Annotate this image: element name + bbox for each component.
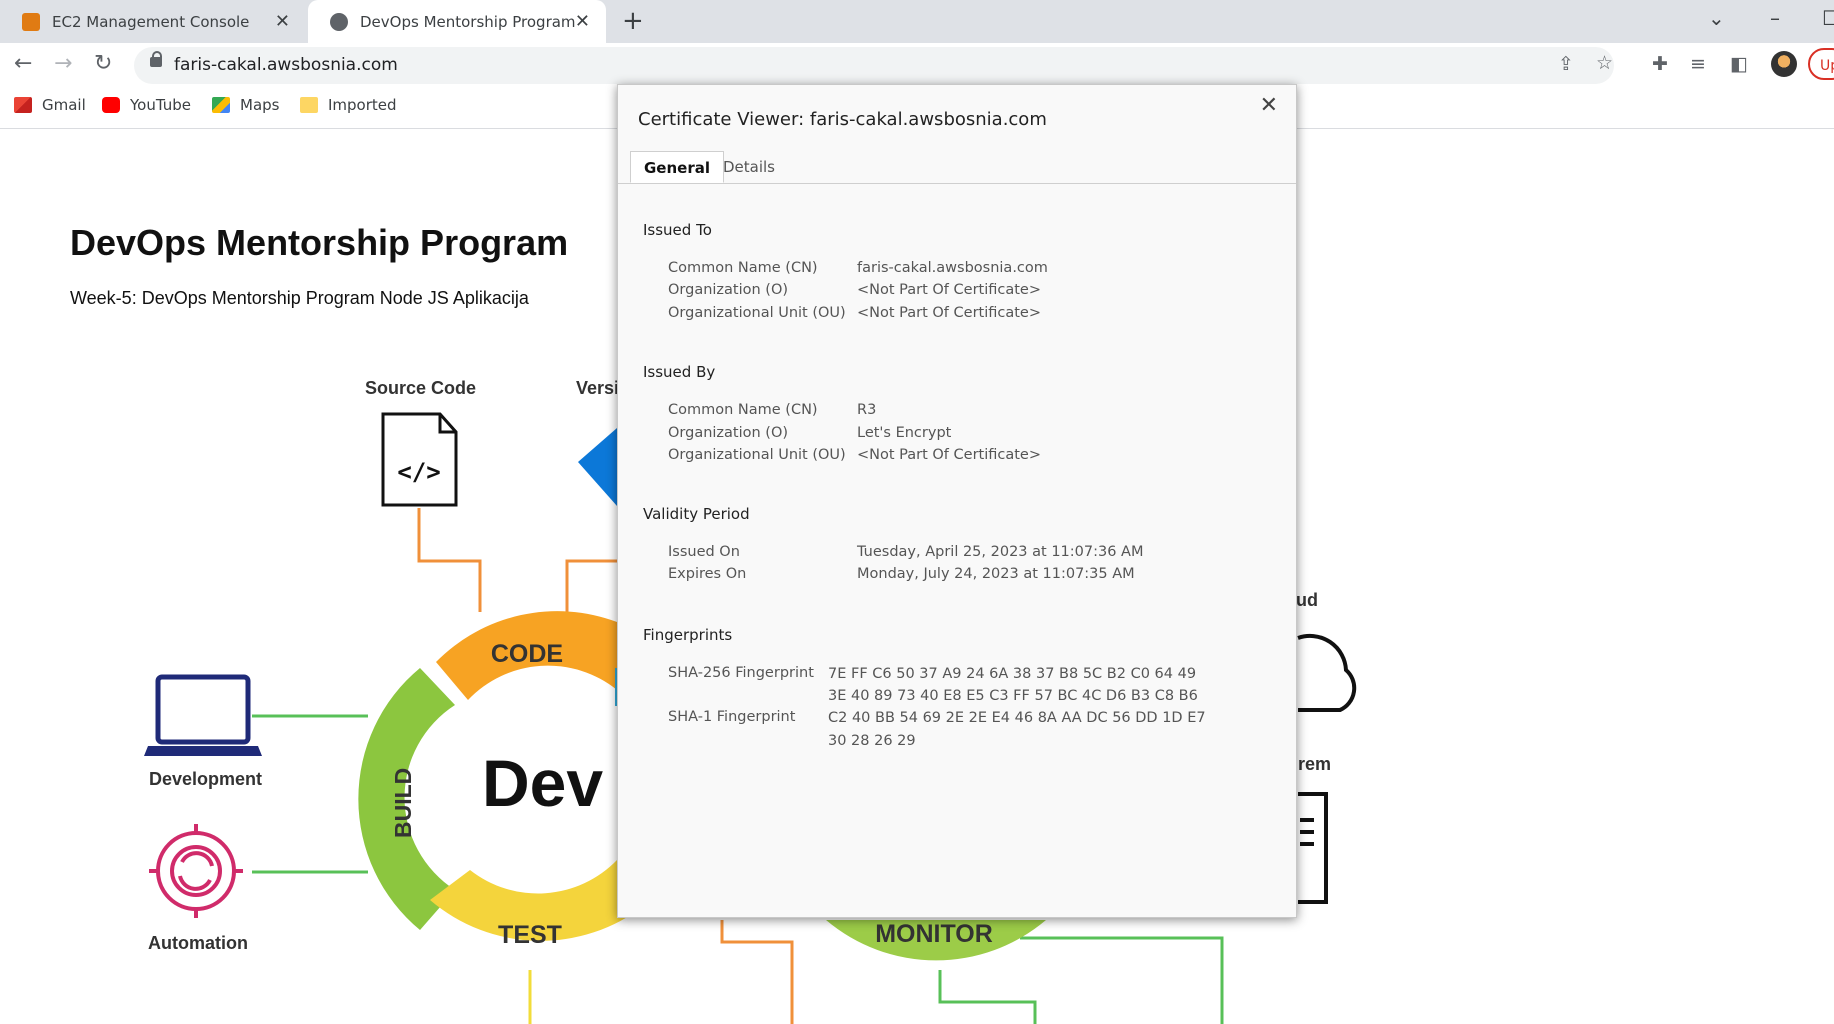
issued-by-cn-label: Common Name (CN) <box>668 402 818 418</box>
source-code-file-icon: </> <box>381 412 458 507</box>
issued-by-o-value: Let's Encrypt <box>857 425 952 441</box>
sha1-label: SHA-1 Fingerprint <box>668 709 796 725</box>
connector-line <box>1020 936 1224 1024</box>
tab-devops-program[interactable]: DevOps Mentorship Program ✕ <box>308 0 606 43</box>
monitor-label: MONITOR <box>875 920 993 948</box>
side-panel-icon[interactable]: ◧ <box>1730 53 1748 75</box>
issued-by-ou-value: <Not Part Of Certificate> <box>857 447 1041 463</box>
issued-by-heading: Issued By <box>643 363 716 381</box>
minimize-button[interactable]: – <box>1770 6 1780 30</box>
issued-by-o-label: Organization (O) <box>668 425 789 441</box>
profile-avatar[interactable] <box>1771 51 1797 77</box>
tab-details[interactable]: Details <box>710 151 788 183</box>
sha1-value-line1: C2 40 BB 54 69 2E 2E E4 46 8A AA DC 56 D… <box>828 710 1206 726</box>
connector-line <box>720 920 794 1024</box>
expires-on-label: Expires On <box>668 566 747 582</box>
reload-icon[interactable]: ↻ <box>94 51 112 76</box>
devops-center-text: Dev <box>482 746 603 820</box>
issued-on-value: Tuesday, April 25, 2023 at 11:07:36 AM <box>857 544 1144 560</box>
dialog-title: Certificate Viewer: faris-cakal.awsbosni… <box>638 109 1047 130</box>
media-queue-icon[interactable]: ≡ <box>1690 53 1706 75</box>
issued-by-ou-label: Organizational Unit (OU) <box>668 447 846 463</box>
version-control-icon <box>578 428 617 506</box>
new-tab-button[interactable]: + <box>622 6 644 36</box>
issued-to-cn-value: faris-cakal.awsbosnia.com <box>857 260 1048 276</box>
issued-on-label: Issued On <box>668 544 740 560</box>
maximize-button[interactable]: ☐ <box>1822 6 1834 30</box>
back-arrow-icon[interactable]: ← <box>14 51 32 76</box>
sha256-value-line2: 3E 40 89 73 40 E8 E5 C3 FF 57 BC 4C D6 B… <box>828 688 1198 704</box>
expires-on-value: Monday, July 24, 2023 at 11:07:35 AM <box>857 566 1135 582</box>
aws-ec2-icon <box>22 12 40 31</box>
certificate-viewer-dialog: Certificate Viewer: faris-cakal.awsbosni… <box>617 84 1297 918</box>
issued-by-cn-value: R3 <box>857 402 877 418</box>
test-label: TEST <box>498 921 562 949</box>
build-label: BUILD <box>390 768 416 838</box>
maps-icon <box>212 97 230 113</box>
connector-line <box>938 970 1037 1024</box>
sha256-value-line1: 7E FF C6 50 37 A9 24 6A 38 37 B8 5C B2 C… <box>828 666 1197 682</box>
cloud-icon <box>1297 633 1357 712</box>
connector-line <box>565 559 617 612</box>
bookmark-star-icon[interactable]: ☆ <box>1596 52 1613 74</box>
gmail-icon <box>14 97 32 113</box>
bookmark-youtube[interactable]: YouTube <box>102 96 191 114</box>
youtube-icon <box>102 97 120 113</box>
forward-arrow-icon[interactable]: → <box>54 51 72 76</box>
connector-line <box>417 508 482 612</box>
address-bar[interactable]: faris-cakal.awsbosnia.com ⇪ ☆ <box>134 47 1614 84</box>
browser-toolbar: ← → ↻ faris-cakal.awsbosnia.com ⇪ ☆ ✚ ≡ … <box>0 43 1834 88</box>
automation-gear-icon <box>149 824 243 918</box>
tab-search-chevron-icon[interactable]: ⌄ <box>1708 6 1725 30</box>
share-icon[interactable]: ⇪ <box>1558 53 1574 75</box>
tab-strip: EC2 Management Console ✕ DevOps Mentorsh… <box>0 0 1834 43</box>
code-label: CODE <box>491 640 563 668</box>
close-tab-icon[interactable]: ✕ <box>575 11 590 32</box>
fingerprints-heading: Fingerprints <box>643 626 733 644</box>
issued-to-heading: Issued To <box>643 221 712 239</box>
close-icon[interactable]: ✕ <box>1260 93 1278 118</box>
url-text[interactable]: faris-cakal.awsbosnia.com <box>174 55 398 75</box>
bookmark-gmail[interactable]: Gmail <box>14 96 86 114</box>
issued-to-o-label: Organization (O) <box>668 282 789 298</box>
validity-heading: Validity Period <box>643 505 750 523</box>
tab-ec2-console[interactable]: EC2 Management Console ✕ <box>0 0 306 43</box>
issued-to-o-value: <Not Part Of Certificate> <box>857 282 1041 298</box>
sha1-value-line2: 30 28 26 29 <box>828 733 916 749</box>
lock-icon[interactable] <box>150 51 162 67</box>
svg-text:</>: </> <box>397 458 440 486</box>
extensions-puzzle-icon[interactable]: ✚ <box>1652 53 1668 75</box>
close-tab-icon[interactable]: ✕ <box>275 11 290 32</box>
issued-to-cn-label: Common Name (CN) <box>668 260 818 276</box>
on-prem-server-icon <box>1298 792 1328 904</box>
tab-title: EC2 Management Console <box>52 12 250 31</box>
issued-to-ou-value: <Not Part Of Certificate> <box>857 305 1041 321</box>
tab-title: DevOps Mentorship Program <box>360 12 576 31</box>
sha256-label: SHA-256 Fingerprint <box>668 665 814 681</box>
update-button[interactable]: Up <box>1808 48 1834 80</box>
globe-icon <box>330 12 348 31</box>
folder-icon <box>300 97 318 113</box>
laptop-icon <box>144 674 262 756</box>
issued-to-ou-label: Organizational Unit (OU) <box>668 305 846 321</box>
bookmark-folder-imported[interactable]: Imported <box>300 96 397 114</box>
cert-tabs: General Details <box>618 151 1296 184</box>
bookmark-maps[interactable]: Maps <box>212 96 279 114</box>
